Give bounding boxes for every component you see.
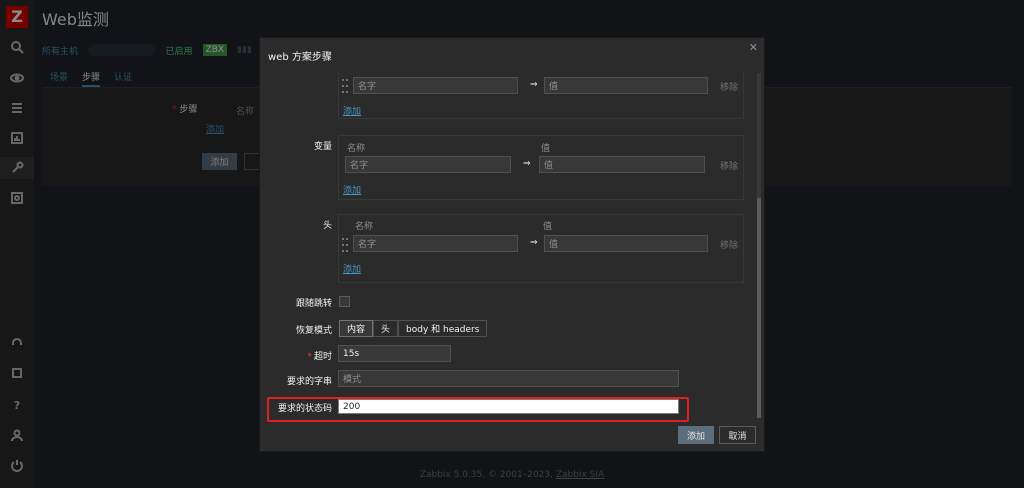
query-value-input[interactable]: 值 xyxy=(544,77,708,94)
arrow-icon: ⇒ xyxy=(530,80,538,90)
header-value-input[interactable]: 值 xyxy=(544,235,708,252)
variables-value-header: 值 xyxy=(541,144,551,154)
retrieve-mode-both[interactable]: body 和 headers xyxy=(398,320,488,337)
drag-handle-icon[interactable] xyxy=(342,79,348,93)
drag-handle-icon[interactable] xyxy=(342,238,348,252)
required-status-codes-input[interactable]: 200 xyxy=(338,399,679,414)
add-button[interactable]: 添加 xyxy=(678,426,714,444)
variables-add-link[interactable]: 添加 xyxy=(343,183,361,196)
arrow-icon: ⇒ xyxy=(530,238,538,248)
required-string-input[interactable]: 模式 xyxy=(338,370,679,387)
variable-value-input[interactable]: 值 xyxy=(539,156,705,173)
variables-label: 变量 xyxy=(313,142,332,152)
headers-add-link[interactable]: 添加 xyxy=(343,262,361,275)
headers-name-header: 名称 xyxy=(355,222,374,232)
query-remove-button[interactable]: 移除 xyxy=(720,80,738,93)
web-step-dialog: web 方案步骤 ✕ 名字 ⇒ 值 移除 添加 变量 名称 值 名字 ⇒ 值 移… xyxy=(259,37,765,452)
retrieve-mode-content[interactable]: 内容 xyxy=(339,320,374,337)
arrow-icon: ⇒ xyxy=(523,159,531,169)
retrieve-mode-label: 恢复模式 xyxy=(295,326,332,336)
retrieve-mode-radio: 内容 头 body 和 headers xyxy=(339,320,488,337)
scrollbar-thumb[interactable] xyxy=(757,198,761,418)
required-string-label: 要求的字串 xyxy=(286,377,332,387)
header-remove-button[interactable]: 移除 xyxy=(720,238,738,251)
required-status-codes-label: 要求的状态码 xyxy=(277,404,332,414)
timeout-input[interactable]: 15s xyxy=(338,345,451,362)
query-name-input[interactable]: 名字 xyxy=(353,77,518,94)
headers-value-header: 值 xyxy=(543,222,553,232)
header-name-input[interactable]: 名字 xyxy=(353,235,518,252)
headers-label: 头 xyxy=(322,221,332,231)
timeout-label: * 超时 xyxy=(307,352,332,362)
cancel-button[interactable]: 取消 xyxy=(719,426,756,444)
follow-redirects-label: 跟随跳转 xyxy=(295,299,332,309)
variable-name-input[interactable]: 名字 xyxy=(345,156,511,173)
retrieve-mode-headers[interactable]: 头 xyxy=(373,320,399,337)
follow-redirects-checkbox[interactable] xyxy=(339,296,350,307)
dialog-title: web 方案步骤 xyxy=(268,52,332,63)
query-add-link[interactable]: 添加 xyxy=(343,104,361,117)
close-icon[interactable]: ✕ xyxy=(749,41,758,54)
variables-name-header: 名称 xyxy=(347,144,366,154)
variable-remove-button[interactable]: 移除 xyxy=(720,159,738,172)
